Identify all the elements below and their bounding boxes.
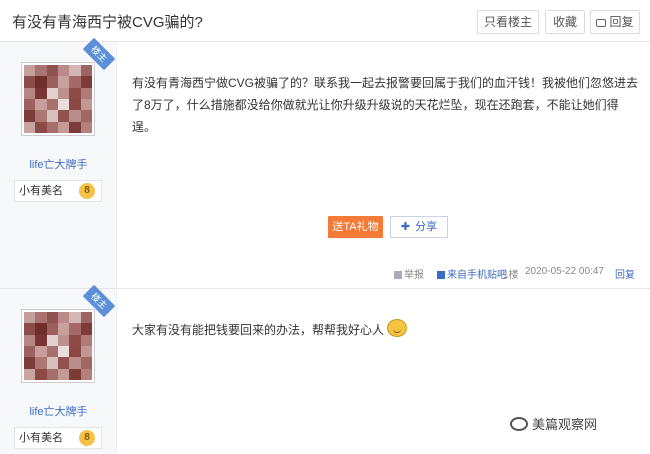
username[interactable]: life亡大牌手 bbox=[0, 403, 117, 419]
source-label: 来自手机贴吧 bbox=[447, 270, 507, 281]
post-content: 大家有没有能把钱要回来的办法，帮帮我好心人 bbox=[132, 319, 640, 341]
post-text: 大家有没有能把钱要回来的办法，帮帮我好心人 bbox=[132, 323, 385, 337]
thread-title: 有没有青海西宁被CVG骗的? bbox=[12, 14, 203, 31]
level-badge-icon: 8 bbox=[79, 183, 95, 199]
avatar[interactable] bbox=[21, 62, 95, 136]
reply-button[interactable]: 回复 bbox=[590, 10, 640, 34]
report-link[interactable]: 举报 bbox=[394, 266, 424, 281]
level-title: 小有美名 bbox=[19, 185, 63, 197]
send-gift-button[interactable]: 送TA礼物 bbox=[328, 216, 383, 238]
user-level: 小有美名 8 bbox=[14, 427, 102, 449]
avatar[interactable] bbox=[21, 309, 95, 383]
report-label: 举报 bbox=[404, 270, 424, 281]
level-badge-icon: 8 bbox=[79, 430, 95, 446]
share-button[interactable]: ✚ 分享 bbox=[390, 216, 448, 238]
post-reply-link[interactable]: 回复 bbox=[615, 266, 635, 281]
share-icon: ✚ bbox=[400, 221, 411, 233]
post-1: 楼主 life亡大牌手 小有美名 8 有没有青海西宁做CVG被骗了的？联系我一起… bbox=[0, 37, 650, 288]
watermark: 美篇观察网 bbox=[510, 414, 597, 433]
floor-number: 1楼 bbox=[503, 270, 519, 281]
thread-header: 有没有青海西宁被CVG骗的? 只看楼主 收藏 回复 bbox=[0, 0, 650, 42]
favorite-button[interactable]: 收藏 bbox=[545, 10, 585, 34]
only-owner-button[interactable]: 只看楼主 bbox=[477, 10, 539, 34]
smile-emoji-icon bbox=[387, 319, 408, 337]
reply-button-label: 回复 bbox=[609, 15, 634, 29]
watermark-text: 美篇观察网 bbox=[532, 417, 598, 432]
pixelated-avatar bbox=[24, 312, 92, 380]
post-time: 2020-05-22 00:47 bbox=[525, 266, 604, 277]
author-column: 楼主 life亡大牌手 小有美名 8 bbox=[0, 37, 117, 288]
author-column: 楼主 life亡大牌手 小有美名 8 bbox=[0, 284, 117, 454]
username[interactable]: life亡大牌手 bbox=[0, 156, 117, 172]
pixelated-avatar bbox=[24, 65, 92, 133]
mobile-source-link[interactable]: 来自手机贴吧 bbox=[437, 266, 507, 281]
wechat-icon bbox=[510, 417, 528, 431]
level-title: 小有美名 bbox=[19, 432, 63, 444]
report-icon bbox=[394, 271, 402, 279]
share-label: 分享 bbox=[415, 221, 438, 233]
phone-icon bbox=[437, 271, 445, 279]
reply-icon bbox=[596, 19, 607, 27]
post-content: 有没有青海西宁做CVG被骗了的？联系我一起去报警要回属于我们的血汗钱！我被他们忽… bbox=[132, 76, 639, 134]
user-level: 小有美名 8 bbox=[14, 180, 102, 202]
